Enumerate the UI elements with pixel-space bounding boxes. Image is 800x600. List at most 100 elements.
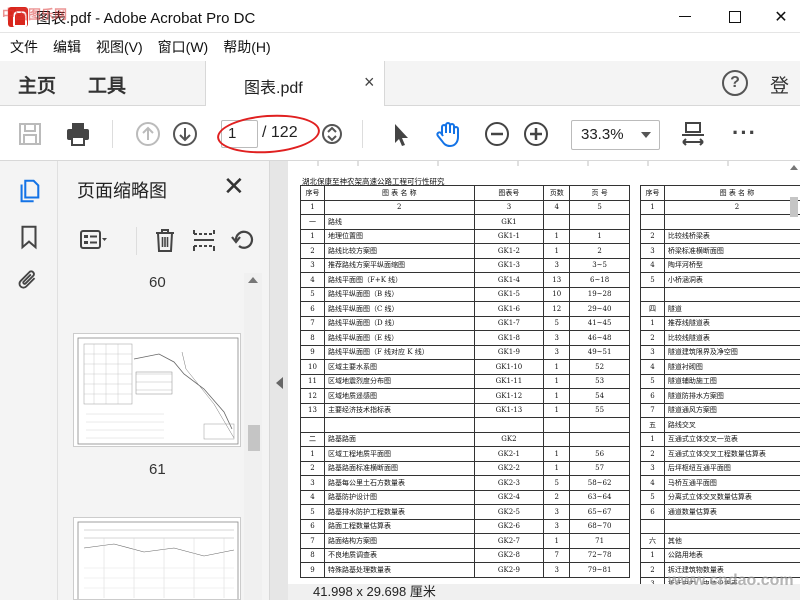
previous-page-icon[interactable] [132,118,164,150]
tab-tools[interactable]: 工具 [88,71,126,98]
thumbnail-options-icon[interactable] [78,225,108,255]
column-header: 页 号 [569,185,630,201]
page-thumbnail[interactable] [73,333,241,447]
table-cell [543,417,571,433]
table-cell [663,518,800,534]
save-icon[interactable] [14,118,46,150]
table-row: 6 通道数量估算表 [640,504,800,520]
table-row: 5 路基排水防护工程数量表 GK2-5 3 65~67 [300,504,630,520]
table-cell: 1 [543,533,571,549]
tab-document[interactable]: 图表.pdf × [205,61,385,106]
table-cell: 其他 [663,533,800,549]
table-cell: 路基排水防护工程数量表 [323,504,475,520]
print-icon[interactable] [62,118,94,150]
table-cell: 4 [640,359,665,375]
table-cell: GK1-6 [473,301,545,317]
delete-page-icon[interactable] [150,225,180,255]
table-row: 1 地理位置图 GK1-1 1 1 [300,228,630,244]
page-nav-menu-icon[interactable] [316,118,348,150]
bookmark-icon[interactable] [15,223,43,251]
scroll-up-icon[interactable] [248,277,258,283]
document-view[interactable]: 湖北保康至神农架高速公路工程可行性研究 序号 图 表 名 称 图表号 页数 页 … [270,161,800,600]
table-cell: 2 [640,562,665,578]
table-row [640,518,800,534]
tab-home[interactable]: 主页 [18,71,56,98]
maximize-button[interactable] [712,0,758,33]
table-cell: 72~78 [569,547,630,563]
zoom-in-icon[interactable] [520,118,552,150]
table-cell: 6 [640,504,665,520]
table-cell: 后坪枢纽互通平面图 [663,460,800,476]
table-cell: 63~64 [569,489,630,505]
table-cell: 2 [640,330,665,346]
scroll-up-icon[interactable] [790,165,798,170]
page-thumbnail[interactable] [73,517,241,600]
fit-page-icon[interactable] [677,118,709,150]
next-page-icon[interactable] [169,118,201,150]
table-cell: 通道数量估算表 [663,504,800,520]
tab-close-button[interactable]: × [364,72,375,93]
table-cell: 比较线隧道表 [663,330,800,346]
column-number: 2 [663,199,800,215]
column-number: 4 [543,199,571,215]
table-cell: 隧道通风方案图 [663,402,800,418]
thumbnail-scrollbar[interactable] [244,273,262,600]
scroll-thumb[interactable] [248,425,260,451]
sign-in-link[interactable]: 登 [770,71,789,98]
page-thumbnails-icon[interactable] [15,177,43,205]
table-cell: 路基防护设计图 [323,489,475,505]
more-tools-button[interactable]: ··· [732,120,757,146]
select-cursor-icon[interactable] [384,118,416,150]
menu-file[interactable]: 文件 [10,37,38,57]
menu-help[interactable]: 帮助(H) [223,37,270,57]
extract-page-icon[interactable] [189,225,219,255]
table-cell: 1 [543,228,571,244]
table-cell: GK1-7 [473,315,545,331]
menu-view[interactable]: 视图(V) [96,37,143,57]
attachment-icon[interactable] [15,266,43,294]
collapse-panel-icon[interactable] [276,377,283,389]
table-cell: 5 [543,475,571,491]
table-cell: 12 [543,301,571,317]
zoom-level-select[interactable]: 33.3% [571,120,660,150]
help-icon[interactable]: ? [722,70,748,96]
table-row: 四隧道 [640,301,800,317]
table-cell: 7 [640,402,665,418]
table-row: 8 路线平纵面图（E 线） GK1-8 3 46~48 [300,330,630,346]
table-row: 4 陶坪河桥型 [640,257,800,273]
minimize-button[interactable] [662,0,708,33]
table-cell: GK1-12 [473,388,545,404]
zoom-out-icon[interactable] [481,118,513,150]
table-row: 8 不良地质调查表 GK2-8 7 72~78 [300,547,630,563]
close-window-button[interactable]: ✕ [758,0,800,33]
window-title: 图表.pdf - Adobe Acrobat Pro DC [36,10,256,27]
menu-window[interactable]: 窗口(W) [158,37,209,57]
table-cell: 8 [300,330,325,346]
table-row [640,214,800,230]
close-panel-button[interactable]: ✕ [223,171,245,202]
toolbar: 1 / 122 33.3% ··· [0,106,800,161]
table-cell [569,417,630,433]
table-row: 2 路基路面标准横断面图 GK2-2 1 57 [300,460,630,476]
table-cell [663,214,800,230]
thumbnail-page-label: 61 [149,461,166,478]
table-cell: GK2-6 [473,518,545,534]
table-cell: 2 [569,243,630,259]
menu-edit[interactable]: 编辑 [53,37,81,57]
table-cell: 陶坪河桥型 [663,257,800,273]
table-cell: 1 [543,446,571,462]
table-cell: 1 [640,547,665,563]
table-cell: 12 [300,388,325,404]
table-cell: 3 [543,504,571,520]
column-header: 序号 [640,185,665,201]
scroll-thumb[interactable] [790,197,798,217]
table-row: 10 区域主要水系图 GK1-10 1 52 [300,359,630,375]
table-cell: 二 [300,431,325,447]
rotate-page-icon[interactable] [228,225,258,255]
table-cell: 55 [569,402,630,418]
table-cell: GK1-4 [473,272,545,288]
table-cell: 4 [300,272,325,288]
hand-tool-icon[interactable] [432,118,464,150]
table-cell: 马桥互通平面图 [663,475,800,491]
document-scrollbar[interactable] [788,161,800,584]
